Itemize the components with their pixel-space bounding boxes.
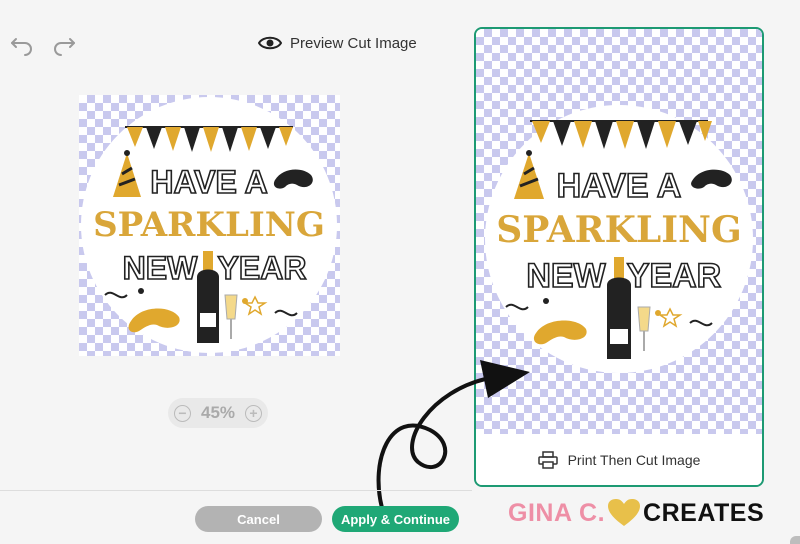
brand-name-part2: CREATES <box>643 498 765 527</box>
sticker-line3a: NEW <box>123 250 198 286</box>
sticker-line3a: NEW <box>526 257 606 295</box>
minus-icon[interactable]: − <box>174 404 191 422</box>
zoom-control: − 45% + <box>168 398 268 428</box>
sticker-line2: SPARKLING <box>496 209 741 251</box>
eye-icon <box>258 36 282 50</box>
undo-button[interactable] <box>9 30 35 56</box>
print-then-cut-label: Print Then Cut Image <box>567 451 701 468</box>
redo-button[interactable] <box>51 30 77 56</box>
champagne-bottle <box>197 269 219 343</box>
sticker-line2: SPARKLING <box>93 205 325 245</box>
sticker-line3b: YEAR <box>218 250 307 286</box>
champagne-bottle <box>607 277 631 359</box>
sticker-line3b: YEAR <box>627 257 721 295</box>
sticker-line1: HAVE A <box>150 164 267 200</box>
redo-icon <box>54 38 75 56</box>
zoom-value: 45% <box>200 403 236 422</box>
brand-logo: GINA C. CREATES <box>508 497 764 529</box>
design-canvas[interactable]: HAVE A SPARKLING NEW YEAR <box>79 95 340 356</box>
printer-icon <box>537 450 558 469</box>
undo-icon <box>11 38 32 56</box>
heart-icon <box>608 499 641 526</box>
cancel-button[interactable]: Cancel <box>195 506 322 532</box>
brand-name-part1: GINA C. <box>508 498 606 527</box>
bottom-divider <box>0 490 472 491</box>
preview-cut-image-label: Preview Cut Image <box>290 34 417 52</box>
scrollbar-thumb[interactable] <box>790 536 800 544</box>
sticker-line1: HAVE A <box>557 167 682 205</box>
preview-cut-image-toggle[interactable]: Preview Cut Image <box>258 32 417 54</box>
plus-icon[interactable]: + <box>245 404 262 422</box>
apply-continue-button[interactable]: Apply & Continue <box>332 506 459 532</box>
sticker-image: HAVE A SPARKLING NEW YEAR <box>81 97 337 353</box>
